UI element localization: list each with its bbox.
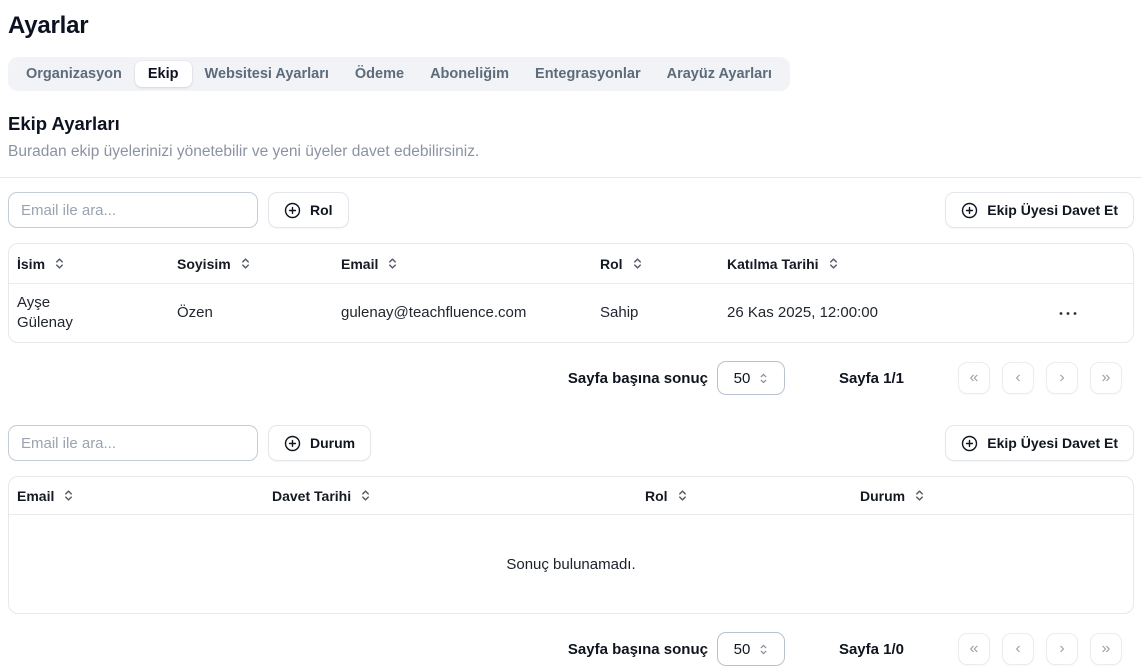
empty-state-text: Sonuç bulunamadı. <box>506 556 635 573</box>
column-header-durum[interactable]: Durum <box>852 488 1133 504</box>
tab-odeme[interactable]: Ödeme <box>342 61 417 87</box>
sort-icon <box>828 257 839 270</box>
invite-member-label: Ekip Üyesi Davet Et <box>987 202 1118 218</box>
tab-websitesi-ayarlari[interactable]: Websitesi Ayarları <box>192 61 342 87</box>
column-header-rol[interactable]: Rol <box>592 256 719 272</box>
plus-circle-icon <box>284 435 301 452</box>
invite-member-button[interactable]: Ekip Üyesi Davet Et <box>945 192 1134 228</box>
invites-pagination: Sayfa başına sonuç 50 Sayfa 1/0 « ‹ › » <box>8 631 1134 667</box>
tab-organizasyon[interactable]: Organizasyon <box>13 61 135 87</box>
members-table: İsim Soyisim Email Rol Katılma Tarihi Ay… <box>8 243 1134 343</box>
invite-member-button-2[interactable]: Ekip Üyesi Davet Et <box>945 425 1134 461</box>
invites-search-input[interactable] <box>8 425 258 461</box>
cell-last-name: Özen <box>169 303 333 323</box>
sort-icon <box>54 257 65 270</box>
role-filter-label: Rol <box>310 202 333 218</box>
per-page-label: Sayfa başına sonuç <box>568 641 708 658</box>
invites-table-header: Email Davet Tarihi Rol Durum <box>9 477 1133 515</box>
tab-arayuz-ayarlari[interactable]: Arayüz Ayarları <box>654 61 785 87</box>
members-search-input[interactable] <box>8 192 258 228</box>
select-caret-icon <box>759 372 768 385</box>
cell-email: gulenay@teachfluence.com <box>333 303 592 323</box>
ellipsis-icon <box>1059 311 1077 316</box>
per-page-label: Sayfa başına sonuç <box>568 370 708 387</box>
column-header-katilma-tarihi[interactable]: Katılma Tarihi <box>719 256 942 272</box>
members-toolbar: Rol Ekip Üyesi Davet Et <box>8 192 1134 228</box>
sort-icon <box>240 257 251 270</box>
prev-page-button[interactable]: ‹ <box>1002 362 1034 394</box>
per-page-select-2[interactable]: 50 <box>717 632 785 666</box>
per-page-value: 50 <box>734 641 751 658</box>
last-page-button[interactable]: » <box>1090 362 1122 394</box>
sort-icon <box>360 489 371 502</box>
pager-buttons: « ‹ › » <box>958 633 1122 665</box>
section-title: Ekip Ayarları <box>8 111 1134 136</box>
last-page-button[interactable]: » <box>1090 633 1122 665</box>
select-caret-icon <box>759 643 768 656</box>
role-filter-button[interactable]: Rol <box>268 192 349 228</box>
cell-role: Sahip <box>592 303 719 323</box>
column-header-rol[interactable]: Rol <box>637 488 852 504</box>
column-header-isim[interactable]: İsim <box>9 256 169 272</box>
first-page-button[interactable]: « <box>958 633 990 665</box>
tab-ekip[interactable]: Ekip <box>135 61 192 87</box>
cell-joined-at: 26 Kas 2025, 12:00:00 <box>719 303 942 323</box>
invite-member-label: Ekip Üyesi Davet Et <box>987 435 1118 451</box>
per-page-select[interactable]: 50 <box>717 361 785 395</box>
invites-toolbar: Durum Ekip Üyesi Davet Et <box>8 425 1134 461</box>
section-subtitle: Buradan ekip üyelerinizi yönetebilir ve … <box>8 141 1134 162</box>
pager-buttons: « ‹ › » <box>958 362 1122 394</box>
column-header-davet-tarihi[interactable]: Davet Tarihi <box>264 488 637 504</box>
status-filter-button[interactable]: Durum <box>268 425 371 461</box>
cell-actions <box>942 305 1133 322</box>
cell-first-name: Ayşe Gülenay <box>9 293 169 333</box>
page-status: Sayfa 1/0 <box>839 641 904 658</box>
plus-circle-icon <box>284 202 301 219</box>
tab-entegrasyonlar[interactable]: Entegrasyonlar <box>522 61 654 87</box>
page-title: Ayarlar <box>8 10 1134 42</box>
table-row: Ayşe Gülenay Özen gulenay@teachfluence.c… <box>9 284 1133 342</box>
column-header-soyisim[interactable]: Soyisim <box>169 256 333 272</box>
empty-state: Sonuç bulunamadı. <box>9 515 1133 613</box>
first-page-button[interactable]: « <box>958 362 990 394</box>
plus-circle-icon <box>961 202 978 219</box>
next-page-button[interactable]: › <box>1046 362 1078 394</box>
sort-icon <box>63 489 74 502</box>
per-page-value: 50 <box>734 370 751 387</box>
sort-icon <box>677 489 688 502</box>
next-page-button[interactable]: › <box>1046 633 1078 665</box>
sort-icon <box>387 257 398 270</box>
invites-table: Email Davet Tarihi Rol Durum Sonuç bulun… <box>8 476 1134 614</box>
members-table-header: İsim Soyisim Email Rol Katılma Tarihi <box>9 244 1133 284</box>
status-filter-label: Durum <box>310 435 355 451</box>
column-header-email[interactable]: Email <box>9 488 264 504</box>
sort-icon <box>632 257 643 270</box>
prev-page-button[interactable]: ‹ <box>1002 633 1034 665</box>
row-menu-button[interactable] <box>1053 305 1083 322</box>
settings-tabs: Organizasyon Ekip Websitesi Ayarları Öde… <box>8 57 790 91</box>
sort-icon <box>914 489 925 502</box>
settings-page: Ayarlar Organizasyon Ekip Websitesi Ayar… <box>0 0 1142 667</box>
plus-circle-icon <box>961 435 978 452</box>
divider <box>0 177 1142 178</box>
column-header-email[interactable]: Email <box>333 256 592 272</box>
page-status: Sayfa 1/1 <box>839 370 904 387</box>
members-pagination: Sayfa başına sonuç 50 Sayfa 1/1 « ‹ › » <box>8 360 1134 396</box>
tab-abonelgim[interactable]: Aboneliğim <box>417 61 522 87</box>
